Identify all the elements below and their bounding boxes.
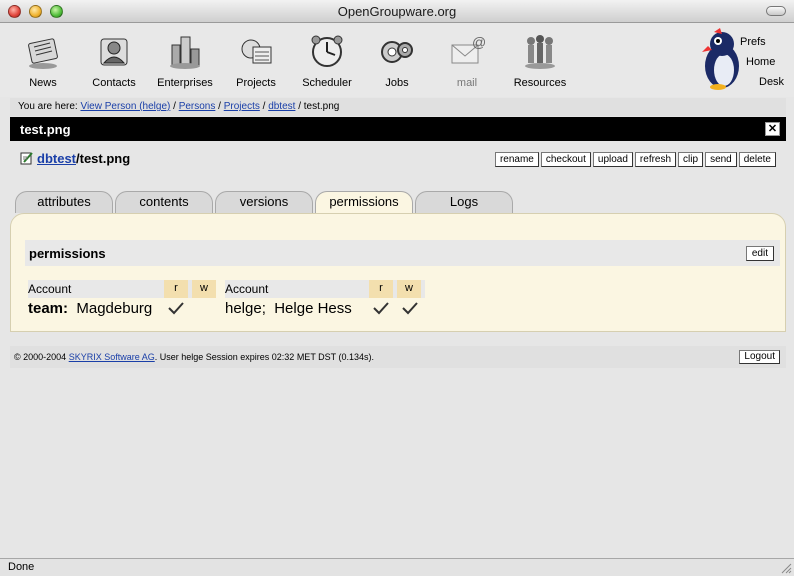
breadcrumb-link-projects[interactable]: Projects xyxy=(224,101,260,112)
status-bar: Done xyxy=(0,558,794,576)
breadcrumb-prefix: You are here: xyxy=(18,101,78,112)
toolbar-item-news[interactable]: News xyxy=(8,33,78,89)
window-title: OpenGroupware.org xyxy=(337,4,457,19)
breadcrumb-separator: / xyxy=(173,101,176,112)
delete-button[interactable]: delete xyxy=(738,152,776,167)
company-link[interactable]: SKYRIX Software AG xyxy=(69,352,155,362)
toolbar-toggle-button[interactable] xyxy=(766,6,786,16)
toolbar-item-enterprises[interactable]: Enterprises xyxy=(150,33,220,89)
tab-contents[interactable]: contents xyxy=(115,191,213,213)
toolbar-item-projects[interactable]: Projects xyxy=(221,33,291,89)
breadcrumb-separator: / xyxy=(218,101,221,112)
app-toolbar: News Contacts Enterprises Projects Sched… xyxy=(0,23,794,97)
refresh-button[interactable]: refresh xyxy=(634,152,677,167)
checkout-button[interactable]: checkout xyxy=(540,152,591,167)
prefs-link[interactable]: Prefs xyxy=(740,36,766,48)
tab-permissions[interactable]: permissions xyxy=(315,191,413,213)
account-type: helge; xyxy=(225,300,266,317)
title-bar: OpenGroupware.org xyxy=(0,0,794,23)
logout-button[interactable]: Logout xyxy=(739,350,780,364)
close-icon[interactable]: ✕ xyxy=(765,122,780,136)
svg-text:@: @ xyxy=(472,34,486,50)
toolbar-label-scheduler: Scheduler xyxy=(302,77,352,89)
breadcrumb-link-dbtest[interactable]: dbtest xyxy=(268,101,295,112)
permissions-header: permissions edit xyxy=(25,240,780,266)
tab-attributes[interactable]: attributes xyxy=(15,191,113,213)
breadcrumb-separator: / xyxy=(262,101,266,112)
scheduler-icon xyxy=(311,35,343,67)
toolbar-item-scheduler[interactable]: Scheduler xyxy=(292,33,362,89)
clip-button[interactable]: clip xyxy=(678,152,704,167)
file-name: /test.png xyxy=(76,151,131,166)
toolbar-item-contacts[interactable]: Contacts xyxy=(79,33,149,89)
send-button[interactable]: send xyxy=(705,152,737,167)
enterprises-icon xyxy=(170,36,200,69)
jobs-icon xyxy=(381,41,413,63)
folder-link-dbtest[interactable]: dbtest xyxy=(37,151,76,166)
resize-grip-icon[interactable] xyxy=(780,562,792,574)
mail-icon: @ xyxy=(451,34,486,64)
read-column-header: r xyxy=(369,280,393,298)
status-text: Done xyxy=(8,561,35,573)
browser-window: OpenGroupware.org News Contacts Enterpri… xyxy=(0,0,794,576)
tab-versions[interactable]: versions xyxy=(215,191,313,213)
toolbar-item-resources[interactable]: Resources xyxy=(505,33,575,89)
account-header-helge: Account r w xyxy=(225,280,425,298)
breadcrumb-separator: / xyxy=(298,101,301,112)
document-title-bar: test.png ✕ xyxy=(10,117,786,141)
breadcrumb-current: test.png xyxy=(303,101,340,112)
toolbar-label-jobs: Jobs xyxy=(385,77,409,89)
copyright-text: © 2000-2004 xyxy=(14,352,67,362)
breadcrumb: You are here: View Person (helge) / Pers… xyxy=(10,98,786,116)
toolbar-item-jobs[interactable]: Jobs xyxy=(362,33,432,89)
toolbar-label-enterprises: Enterprises xyxy=(157,77,213,89)
footer: © 2000-2004 SKYRIX Software AG. User hel… xyxy=(10,346,786,368)
breadcrumb-link-persons[interactable]: Persons xyxy=(179,101,216,112)
file-row: dbtest/test.png rename checkout upload r… xyxy=(10,142,786,172)
read-column-header: r xyxy=(164,280,188,298)
rename-button[interactable]: rename xyxy=(494,152,539,167)
permission-row-helge: helge; Helge Hess xyxy=(225,300,352,317)
toolbar-label-news: News xyxy=(29,77,57,89)
write-checkmark-icon xyxy=(402,302,418,315)
read-checkmark-icon xyxy=(373,302,389,315)
contacts-icon xyxy=(100,38,128,66)
write-column-header: w xyxy=(397,280,421,298)
account-header-team: Account r w xyxy=(28,280,216,298)
penguin-logo xyxy=(702,28,739,90)
toolbar-label-projects: Projects xyxy=(236,77,276,89)
file-path: dbtest/test.png xyxy=(37,151,130,166)
edit-document-icon[interactable] xyxy=(20,151,34,165)
permissions-panel: permissions edit Account r w team: Magde… xyxy=(10,213,786,332)
account-type: team: xyxy=(28,300,69,317)
projects-icon xyxy=(241,39,272,64)
home-link[interactable]: Home xyxy=(746,56,775,68)
tab-bar: attributes contents versions permissions… xyxy=(10,191,786,213)
account-column-header: Account xyxy=(28,282,72,296)
tab-logs[interactable]: Logs xyxy=(415,191,513,213)
read-checkmark-icon xyxy=(168,302,184,315)
write-column-header: w xyxy=(192,280,216,298)
toolbar-item-mail[interactable]: @ mail xyxy=(432,33,502,89)
upload-button[interactable]: upload xyxy=(592,152,633,167)
desk-link[interactable]: Desk xyxy=(759,76,784,88)
session-info: . User helge Session expires 02:32 MET D… xyxy=(154,352,375,362)
account-name: Helge Hess xyxy=(274,300,352,317)
news-icon xyxy=(28,38,58,69)
account-name: Magdeburg xyxy=(76,300,153,317)
toolbar-label-mail: mail xyxy=(456,77,478,89)
toolbar-label-contacts: Contacts xyxy=(92,77,136,89)
edit-button[interactable]: edit xyxy=(745,246,774,261)
permissions-title: permissions xyxy=(29,246,106,261)
permission-row-team: team: Magdeburg xyxy=(28,300,152,317)
resources-icon xyxy=(525,35,555,69)
toolbar-label-resources: Resources xyxy=(513,77,567,89)
breadcrumb-link-view-person[interactable]: View Person (helge) xyxy=(80,101,170,112)
account-column-header: Account xyxy=(225,282,269,296)
document-title: test.png xyxy=(20,122,71,137)
document-actions: rename checkout upload refresh clip send… xyxy=(494,152,776,167)
